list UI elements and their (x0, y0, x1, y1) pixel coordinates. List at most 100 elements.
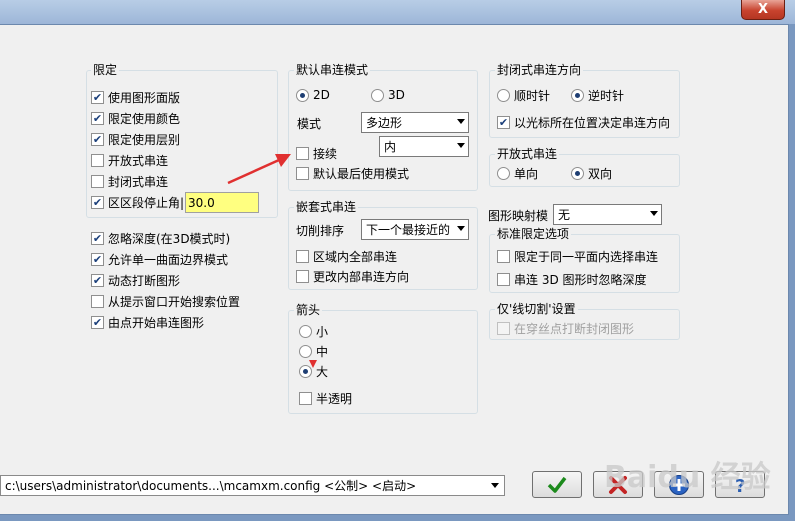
limits-checkbox-1-box: ✔ (91, 111, 104, 125)
limits-checkbox-3[interactable]: 开放式串连 (91, 152, 168, 168)
last-used-checkbox[interactable]: 默认最后使用模式 (296, 165, 409, 181)
all-in-region-box (296, 249, 309, 263)
last-used-label: 默认最后使用模式 (313, 166, 410, 181)
change-dir-box (296, 269, 309, 283)
option-checkbox-4[interactable]: ✔ 由点开始串连图形 (91, 314, 204, 330)
mode-select[interactable]: 多边形 (361, 112, 469, 133)
all-in-region-checkbox[interactable]: 区域内全部串连 (296, 248, 397, 264)
chevron-down-icon (457, 226, 465, 231)
mapping-select-value: 无 (558, 208, 571, 222)
option-checkbox-3[interactable]: 从提示窗口开始搜索位置 (91, 293, 240, 309)
arrow-size-radio-2-label: 大 (316, 364, 329, 379)
config-path-select[interactable]: c:\users\administrator\documents...\mcam… (0, 475, 505, 496)
wire-title: 仅'线切割'设置 (495, 302, 578, 316)
stop-angle-input[interactable]: 30.0 (185, 192, 259, 213)
open-chain-title: 开放式串连 (495, 147, 560, 161)
option-checkbox-2-box: ✔ (91, 273, 104, 287)
break-closed-checkbox[interactable]: 在穿丝点打断封闭图形 (497, 320, 634, 336)
limits-checkbox-0[interactable]: ✔ 使用图形面版 (91, 89, 180, 105)
last-used-checkbox-box (296, 166, 309, 180)
one-way-label: 单向 (514, 166, 539, 181)
option-checkbox-4-label: 由点开始串连图形 (108, 315, 205, 330)
limits-checkbox-4-label: 封闭式串连 (108, 174, 169, 189)
break-closed-label: 在穿丝点打断封闭图形 (514, 321, 635, 336)
translucent-box (299, 391, 312, 405)
arrow-size-radio-0-circle (299, 324, 312, 338)
option-checkbox-3-label: 从提示窗口开始搜索位置 (108, 294, 241, 309)
ccw-radio[interactable]: 逆时针 (571, 87, 624, 103)
radio-2d-label: 2D (313, 88, 330, 102)
radio-3d[interactable]: 3D (371, 87, 405, 103)
chevron-down-icon (491, 483, 499, 488)
continue-select[interactable]: 内 (379, 136, 469, 157)
one-way-circle (497, 166, 510, 180)
change-dir-label: 更改内部串连方向 (313, 269, 410, 284)
option-checkbox-2[interactable]: ✔ 动态打断图形 (91, 272, 180, 288)
limits-checkbox-4-box (91, 174, 104, 188)
limits-checkbox-0-label: 使用图形面版 (108, 90, 181, 105)
cursor-dir-checkbox[interactable]: ✔ 以光标所在位置决定串连方向 (497, 114, 670, 130)
one-way-radio[interactable]: 单向 (497, 165, 538, 181)
break-closed-box (497, 321, 510, 335)
closed-dir-title: 封闭式串连方向 (495, 63, 584, 77)
arrow-size-radio-1[interactable]: 中 (299, 343, 328, 359)
option-checkbox-1[interactable]: ✔ 允许单一曲面边界模式 (91, 251, 228, 267)
limits-checkbox-1[interactable]: ✔ 限定使用颜色 (91, 110, 180, 126)
cursor-dir-label: 以光标所在位置决定串连方向 (514, 115, 671, 130)
two-way-circle (571, 166, 584, 180)
chevron-down-icon (650, 211, 658, 216)
translucent-checkbox[interactable]: 半透明 (299, 390, 352, 406)
cw-radio[interactable]: 顺时针 (497, 87, 550, 103)
same-plane-checkbox[interactable]: 限定于同一平面内选择串连 (497, 248, 658, 264)
option-checkbox-0[interactable]: ✔ 忽略深度(在3D模式时) (91, 230, 230, 246)
change-dir-checkbox[interactable]: 更改内部串连方向 (296, 268, 409, 284)
ignore-depth-checkbox[interactable]: 串连 3D 图形时忽略深度 (497, 271, 647, 287)
option-checkbox-2-label: 动态打断图形 (108, 273, 181, 288)
same-plane-box (497, 249, 510, 263)
cw-label: 顺时针 (514, 88, 551, 103)
translucent-label: 半透明 (316, 391, 353, 406)
option-checkbox-0-box: ✔ (91, 231, 104, 245)
checkmark-icon (547, 476, 567, 493)
chevron-down-icon (457, 119, 465, 124)
radio-3d-circle (371, 88, 384, 102)
limits-checkbox-4[interactable]: 封闭式串连 (91, 173, 168, 189)
radio-2d[interactable]: 2D (296, 87, 330, 103)
option-checkbox-3-box (91, 294, 104, 308)
limits-checkbox-2-box: ✔ (91, 132, 104, 146)
mapping-label: 图形映射模 (488, 209, 549, 223)
ignore-depth-box (497, 272, 510, 286)
cw-radio-circle (497, 88, 510, 102)
arrow-size-radio-1-label: 中 (316, 344, 329, 359)
default-mode-title: 默认串连模式 (294, 63, 371, 77)
limits-checkbox-3-label: 开放式串连 (108, 153, 169, 168)
arrow-size-radio-0[interactable]: 小 (299, 323, 328, 339)
limits-checkbox-1-label: 限定使用颜色 (108, 111, 181, 126)
option-checkbox-4-box: ✔ (91, 315, 104, 329)
option-checkbox-0-label: 忽略深度(在3D模式时) (108, 231, 231, 246)
arrow-title: 箭头 (294, 303, 323, 317)
sort-select[interactable]: 下一个最接近的 (361, 219, 469, 240)
limits-checkbox-0-box: ✔ (91, 90, 104, 104)
two-way-radio[interactable]: 双向 (571, 165, 612, 181)
cursor-dir-box: ✔ (497, 115, 510, 129)
standard-title: 标准限定选项 (495, 227, 572, 241)
chevron-down-icon (457, 143, 465, 148)
window-close-button[interactable]: X (741, 0, 785, 20)
limits-checkbox-5[interactable]: ✔ 区区段停止角| (91, 194, 184, 210)
continue-checkbox[interactable]: 接续 (296, 145, 337, 161)
ok-button[interactable] (532, 471, 582, 498)
nested-title: 嵌套式串连 (294, 200, 359, 214)
mapping-select[interactable]: 无 (553, 204, 662, 225)
arrow-size-radio-2[interactable]: 大 (299, 363, 328, 379)
ccw-label: 逆时针 (588, 88, 625, 103)
limits-checkbox-5-label: 区区段停止角| (108, 195, 185, 210)
limits-checkbox-3-box (91, 153, 104, 167)
mode-label: 模式 (297, 117, 322, 131)
titlebar: X (0, 0, 795, 24)
two-way-label: 双向 (588, 166, 613, 181)
limits-checkbox-2-label: 限定使用层别 (108, 132, 181, 147)
option-checkbox-1-box: ✔ (91, 252, 104, 266)
limits-checkbox-2[interactable]: ✔ 限定使用层别 (91, 131, 180, 147)
radio-2d-circle (296, 88, 309, 102)
